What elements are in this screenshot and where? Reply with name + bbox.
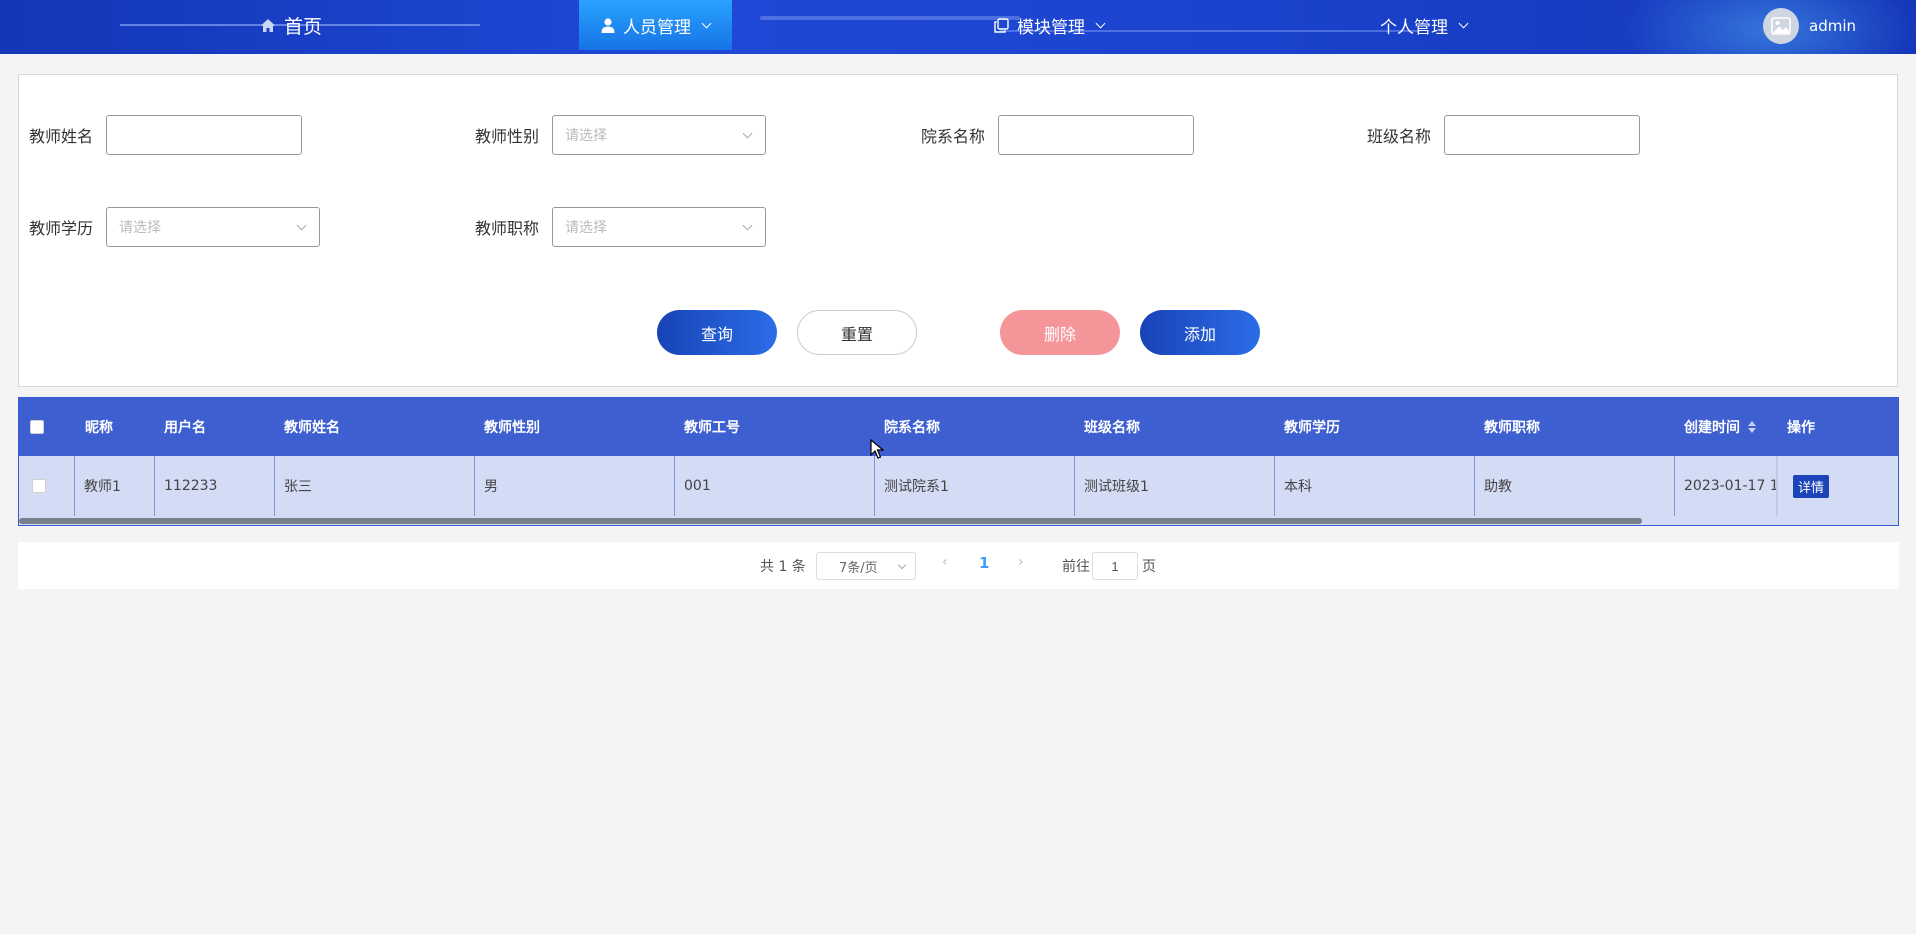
- cell-gender: 男: [474, 456, 674, 516]
- chevron-down-icon: [296, 220, 307, 230]
- nav-decoration: [760, 16, 1020, 20]
- teacher-name-label: 教师姓名: [29, 127, 94, 146]
- mouse-cursor-icon: [870, 439, 884, 459]
- username-label: admin: [1809, 17, 1856, 35]
- cell-department: 测试院系1: [874, 456, 1074, 516]
- column-header: 教师学历: [1284, 420, 1340, 436]
- class-input[interactable]: [1444, 115, 1640, 155]
- select-all-checkbox-cell: [30, 398, 44, 456]
- cell-title: 助教: [1474, 456, 1674, 516]
- teacher-name-field: 教师姓名: [29, 115, 302, 155]
- search-panel: 教师姓名 教师性别 请选择 院系名称 班级名称 教师学历 请选择 教师职称 请选…: [18, 74, 1898, 387]
- reset-button[interactable]: 重置: [797, 310, 917, 355]
- department-field: 院系名称: [921, 115, 1194, 155]
- nav-home[interactable]: 首页: [260, 0, 322, 50]
- avatar[interactable]: [1763, 8, 1799, 44]
- teacher-title-field: 教师职称 请选择: [475, 207, 766, 247]
- chevron-down-icon: [897, 560, 907, 570]
- prev-page-button[interactable]: ‹: [942, 554, 948, 570]
- teacher-gender-select[interactable]: 请选择: [552, 115, 766, 155]
- column-header: 院系名称: [884, 420, 940, 436]
- user-icon: [601, 17, 615, 33]
- horizontal-scrollbar[interactable]: [19, 518, 1642, 524]
- teacher-education-select[interactable]: 请选择: [106, 207, 320, 247]
- image-icon: [1771, 17, 1791, 35]
- cell-username: 112233: [154, 456, 274, 516]
- teacher-gender-field: 教师性别 请选择: [475, 115, 766, 155]
- user-menu[interactable]: admin: [1763, 8, 1856, 44]
- chevron-down-icon: [742, 128, 753, 138]
- pagination-total: 共 1 条: [760, 559, 806, 575]
- pagination: 共 1 条 7条/页 ‹ 1 › 前往 页: [18, 542, 1899, 589]
- cell-nickname: 教师1: [74, 456, 154, 516]
- nav-personal-management[interactable]: 个人管理: [1380, 0, 1469, 50]
- table-row[interactable]: 教师1 112233 张三 男 001 测试院系1 测试班级1 本科 助教 20…: [19, 456, 1898, 516]
- cell-education: 本科: [1274, 456, 1474, 516]
- row-checkbox-cell: [19, 456, 74, 516]
- teacher-education-label: 教师学历: [29, 219, 94, 238]
- row-checkbox[interactable]: [32, 479, 46, 493]
- column-header: 教师工号: [684, 420, 740, 436]
- chevron-down-icon: [1095, 18, 1106, 28]
- select-placeholder: 请选择: [565, 128, 607, 144]
- teacher-title-label: 教师职称: [475, 219, 540, 238]
- column-header: 教师姓名: [284, 420, 340, 436]
- department-label: 院系名称: [921, 127, 986, 146]
- table-header: 昵称 用户名 教师姓名 教师性别 教师工号 院系名称 班级名称 教师学历 教师职…: [19, 398, 1898, 456]
- class-field: 班级名称: [1367, 115, 1640, 155]
- page-unit-label: 页: [1142, 559, 1156, 575]
- sort-icon[interactable]: [1748, 421, 1756, 433]
- goto-label: 前往: [1062, 559, 1090, 575]
- page-size-value: 7条/页: [839, 560, 878, 576]
- teacher-table: 昵称 用户名 教师姓名 教师性别 教师工号 院系名称 班级名称 教师学历 教师职…: [18, 397, 1899, 526]
- cell-teacher-id: 001: [674, 456, 874, 516]
- copy-icon: [994, 17, 1009, 33]
- nav-personnel-management[interactable]: 人员管理: [579, 0, 732, 50]
- nav-personal-label: 个人管理: [1380, 17, 1448, 38]
- class-label: 班级名称: [1367, 127, 1432, 146]
- column-header: 昵称: [85, 420, 113, 436]
- column-header: 教师性别: [484, 420, 540, 436]
- chevron-down-icon: [701, 18, 712, 28]
- column-header: 班级名称: [1084, 420, 1140, 436]
- cell-class: 测试班级1: [1074, 456, 1274, 516]
- column-header-created[interactable]: 创建时间: [1684, 398, 1756, 456]
- select-all-checkbox[interactable]: [30, 420, 44, 434]
- nav-module-management[interactable]: 模块管理: [994, 0, 1106, 50]
- teacher-name-input[interactable]: [106, 115, 302, 155]
- column-header: 操作: [1787, 420, 1815, 436]
- select-placeholder: 请选择: [119, 220, 161, 236]
- cell-teacher-name: 张三: [274, 456, 474, 516]
- top-navbar: 首页 人员管理 模块管理 个人管理 admin: [0, 0, 1916, 54]
- teacher-title-select[interactable]: 请选择: [552, 207, 766, 247]
- column-header: 用户名: [164, 420, 206, 436]
- teacher-gender-label: 教师性别: [475, 127, 540, 146]
- cell-actions: 详情: [1776, 456, 1898, 516]
- chevron-down-icon: [742, 220, 753, 230]
- detail-button[interactable]: 详情: [1793, 474, 1830, 498]
- delete-button[interactable]: 删除: [1000, 310, 1120, 355]
- column-header: 教师职称: [1484, 420, 1540, 436]
- page-number-1[interactable]: 1: [979, 554, 989, 572]
- cell-created-time: 2023-01-17 19:: [1674, 456, 1776, 516]
- page-size-select[interactable]: 7条/页: [816, 552, 916, 580]
- nav-module-label: 模块管理: [1017, 17, 1085, 38]
- goto-page-input[interactable]: [1092, 552, 1138, 580]
- department-input[interactable]: [998, 115, 1194, 155]
- add-button[interactable]: 添加: [1140, 310, 1260, 355]
- next-page-button[interactable]: ›: [1018, 554, 1024, 570]
- nav-home-label: 首页: [284, 15, 323, 38]
- query-button[interactable]: 查询: [657, 310, 777, 355]
- chevron-down-icon: [1458, 18, 1469, 28]
- home-icon: [261, 18, 275, 32]
- teacher-education-field: 教师学历 请选择: [29, 207, 320, 247]
- column-header-label: 创建时间: [1684, 420, 1740, 436]
- select-placeholder: 请选择: [565, 220, 607, 236]
- nav-personnel-label: 人员管理: [623, 17, 691, 38]
